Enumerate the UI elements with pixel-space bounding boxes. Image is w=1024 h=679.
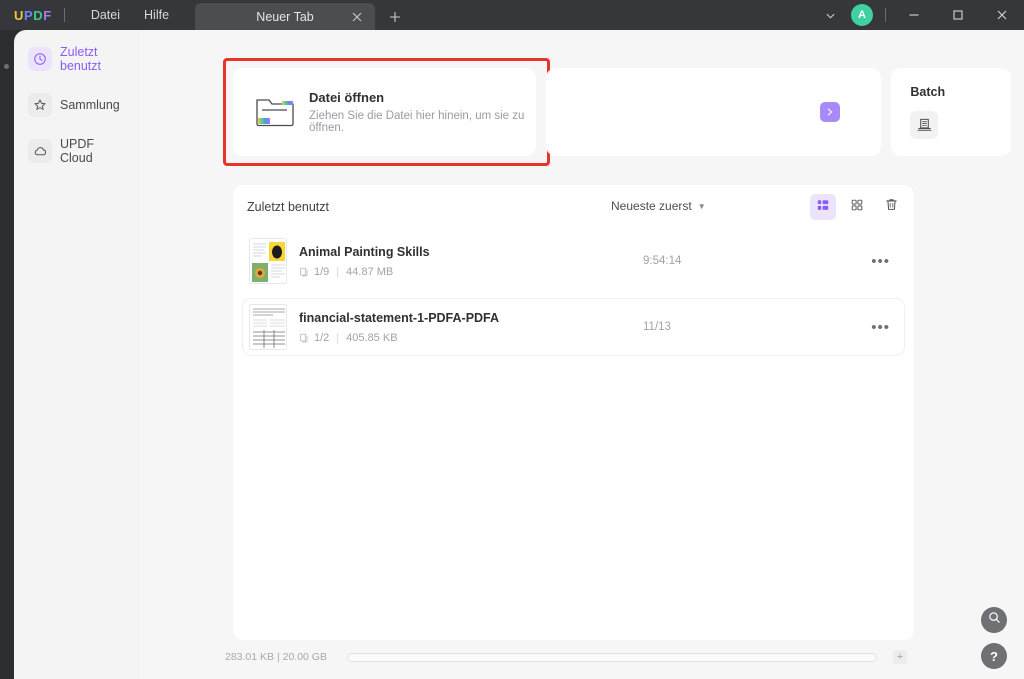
title-bar: UPDF Datei Hilfe Neuer Tab A — [0, 0, 1024, 30]
stacked-documents-icon[interactable] — [910, 111, 939, 139]
grid-view-button[interactable] — [844, 194, 870, 220]
tab-label: Neuer Tab — [256, 9, 314, 24]
recent-files-panel: Zuletzt benutzt Neueste zuerst ▼ Animal … — [233, 185, 914, 640]
titlebar-divider — [63, 8, 65, 22]
file-info: Animal Painting Skills 1/9 | 44.87 MB — [299, 245, 904, 278]
tab-strip: Neuer Tab — [195, 0, 409, 30]
folder-icon — [255, 93, 295, 132]
pages-icon — [299, 333, 309, 343]
maximize-icon[interactable] — [936, 0, 980, 30]
clock-icon — [28, 47, 52, 71]
logo-letter-d: D — [33, 7, 44, 23]
grid-view-icon — [850, 198, 864, 217]
sidebar-item-updf-cloud[interactable]: UPDF Cloud — [24, 136, 130, 166]
sidebar-item-label: UPDF Cloud — [60, 137, 95, 165]
rail-indicator-dot — [4, 64, 9, 69]
titlebar-right-divider — [885, 8, 886, 22]
help-fab[interactable]: ? — [981, 643, 1007, 669]
file-name: Animal Painting Skills — [299, 244, 430, 259]
file-meta: 1/2 | 405.85 KB — [299, 332, 904, 344]
titlebar-right: A — [815, 0, 1024, 30]
storage-progress-bar — [346, 652, 877, 662]
file-pages: 1/2 — [314, 331, 330, 344]
more-horizontal-icon[interactable]: ••• — [871, 253, 890, 270]
search-fab[interactable] — [981, 607, 1007, 633]
file-thumbnail — [249, 238, 287, 284]
file-size: 405.85 KB — [346, 331, 398, 344]
logo-letter-p: P — [24, 7, 34, 23]
logo-letter-f: F — [43, 7, 52, 23]
close-icon[interactable] — [349, 9, 365, 25]
menu-datei[interactable]: Datei — [79, 0, 132, 30]
secondary-card[interactable] — [546, 68, 882, 156]
close-icon[interactable] — [980, 0, 1024, 30]
file-pages: 1/9 — [314, 265, 330, 278]
open-file-card[interactable]: Datei öffnen Ziehen Sie die Datei hier h… — [223, 58, 550, 166]
cloud-icon — [28, 139, 52, 163]
avatar[interactable]: A — [851, 4, 873, 26]
file-info: financial-statement-1-PDFA-PDFA 1/2 | 40… — [299, 311, 904, 344]
trash-icon — [884, 197, 899, 217]
sidebar: Zuletzt benutzt Sammlung UPDF Cloud — [14, 30, 140, 679]
menu-hilfe[interactable]: Hilfe — [132, 0, 181, 30]
list-view-icon — [816, 198, 830, 217]
star-icon — [28, 93, 52, 117]
file-thumbnail — [249, 304, 287, 350]
chevron-down-icon: ▼ — [697, 201, 706, 211]
recent-panel-header: Zuletzt benutzt Neueste zuerst ▼ — [233, 185, 914, 233]
batch-title: Batch — [910, 85, 946, 99]
tab-neuer-tab[interactable]: Neuer Tab — [195, 3, 376, 30]
open-file-texts: Datei öffnen Ziehen Sie die Datei hier h… — [309, 90, 536, 134]
app-shell: Zuletzt benutzt Sammlung UPDF Cloud Date… — [0, 30, 1024, 679]
logo-letter-u: U — [14, 7, 24, 23]
plus-icon[interactable]: + — [892, 650, 907, 664]
updf-logo: UPDF — [14, 9, 52, 22]
file-timestamp: 11/13 — [643, 321, 671, 333]
sort-label: Neueste zuerst — [611, 199, 692, 213]
plus-icon[interactable] — [381, 3, 409, 30]
sidebar-item-label: Zuletzt benutzt — [60, 45, 102, 73]
view-controls — [810, 194, 904, 220]
meta-separator: | — [336, 265, 340, 278]
storage-usage-label: 283.01 KB | 20.00 GB — [225, 651, 327, 663]
open-file-title: Datei öffnen — [309, 90, 385, 105]
sidebar-item-zuletzt-benutzt[interactable]: Zuletzt benutzt — [24, 44, 130, 74]
table-row[interactable]: financial-statement-1-PDFA-PDFA 1/2 | 40… — [243, 299, 904, 355]
question-mark-icon: ? — [990, 648, 998, 664]
status-bar: 283.01 KB | 20.00 GB + — [225, 645, 925, 669]
recent-panel-title: Zuletzt benutzt — [247, 200, 329, 214]
open-file-subtitle: Ziehen Sie die Datei hier hinein, um sie… — [309, 110, 525, 134]
sidebar-item-label: Sammlung — [60, 98, 120, 112]
file-name: financial-statement-1-PDFA-PDFA — [299, 310, 500, 325]
batch-card[interactable]: Batch — [891, 68, 1011, 156]
meta-separator: | — [336, 331, 340, 344]
table-row[interactable]: Animal Painting Skills 1/9 | 44.87 MB 9:… — [243, 233, 904, 289]
list-view-button[interactable] — [810, 194, 836, 220]
action-cards: Datei öffnen Ziehen Sie die Datei hier h… — [223, 58, 1011, 166]
search-icon — [988, 611, 1001, 629]
titlebar-left: UPDF Datei Hilfe — [0, 0, 181, 30]
main-content: Datei öffnen Ziehen Sie die Datei hier h… — [140, 30, 1024, 679]
file-meta: 1/9 | 44.87 MB — [299, 266, 904, 278]
chevron-down-icon[interactable] — [815, 0, 845, 30]
arrow-right-icon[interactable] — [820, 102, 841, 122]
minimize-icon[interactable] — [892, 0, 936, 30]
left-rail — [0, 30, 14, 679]
sidebar-item-sammlung[interactable]: Sammlung — [24, 90, 130, 120]
file-timestamp: 9:54:14 — [643, 255, 682, 267]
delete-button[interactable] — [878, 194, 904, 220]
sort-dropdown[interactable]: Neueste zuerst ▼ — [611, 199, 706, 213]
file-size: 44.87 MB — [346, 265, 394, 278]
updf-window: UPDF Datei Hilfe Neuer Tab A Zuletzt ben… — [0, 0, 1024, 679]
pages-icon — [299, 267, 309, 277]
more-horizontal-icon[interactable]: ••• — [871, 319, 890, 336]
